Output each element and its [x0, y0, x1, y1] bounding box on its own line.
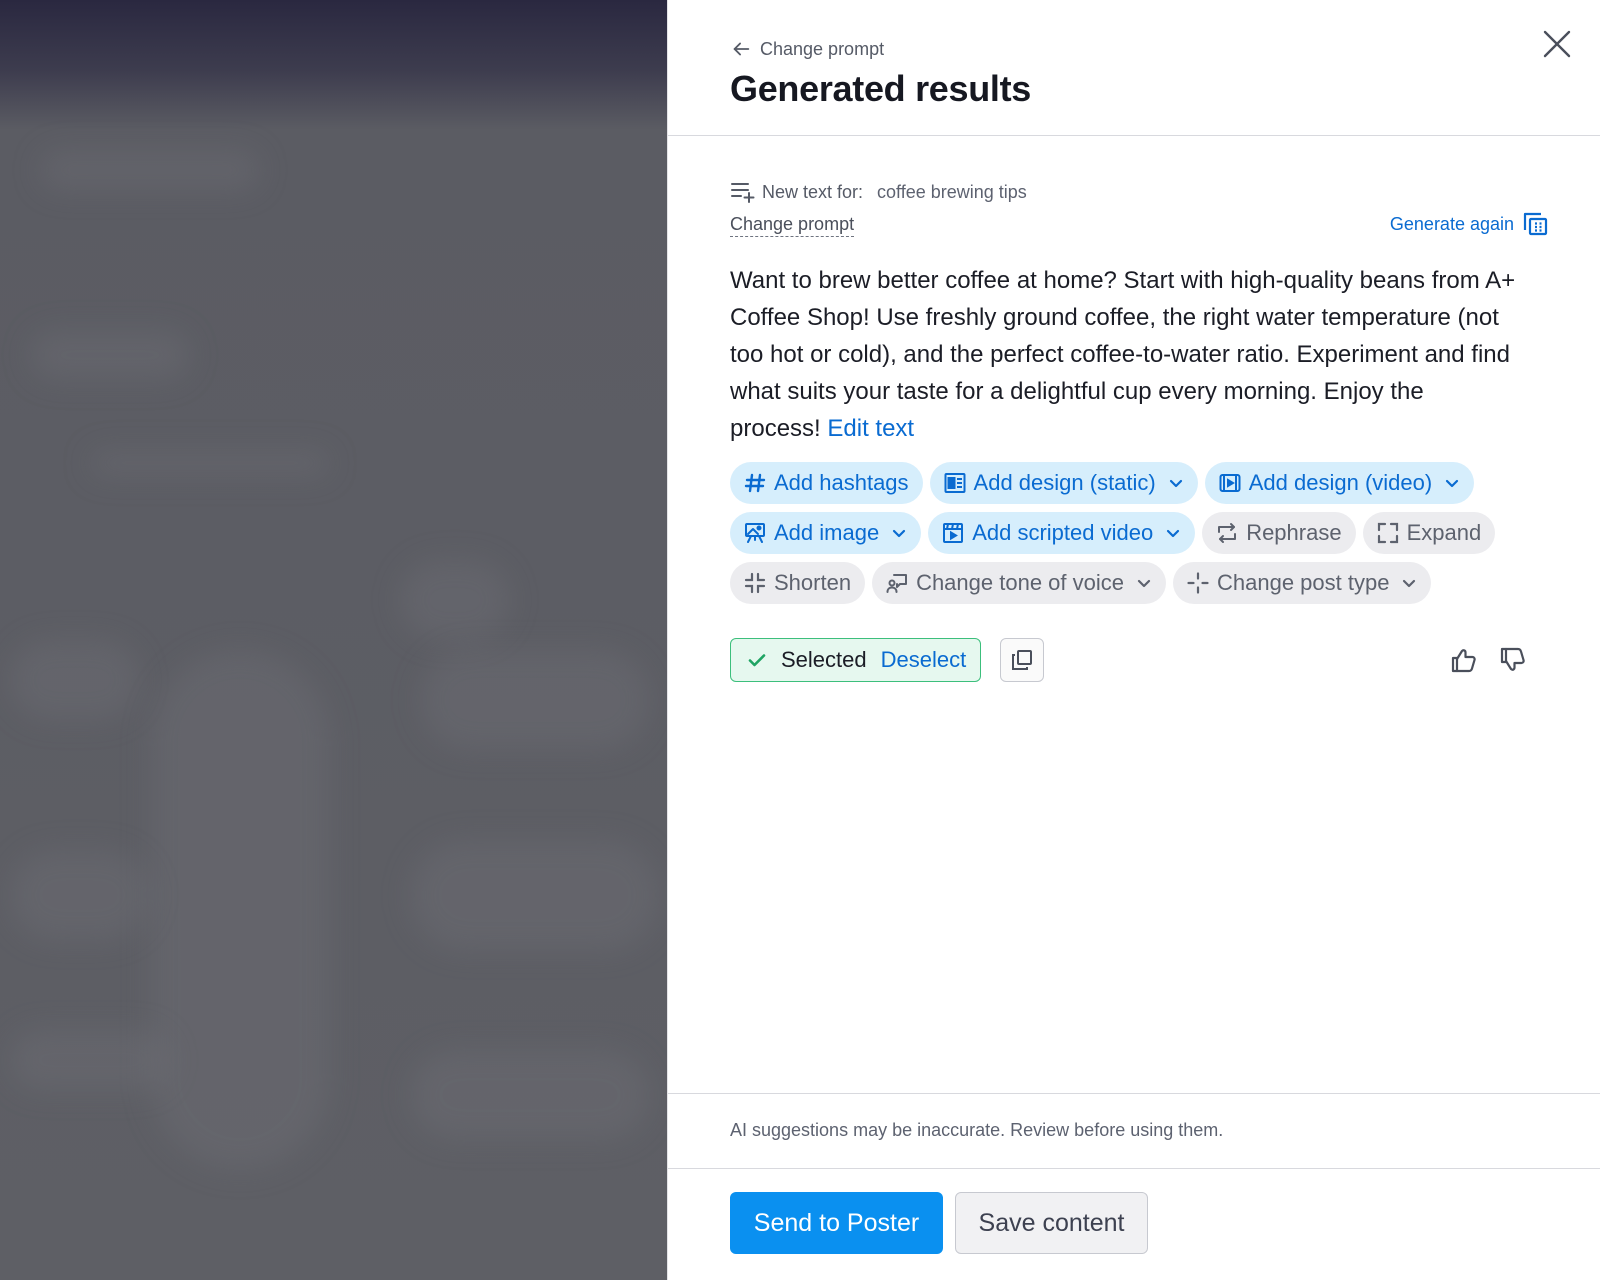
chip-label: Add hashtags — [774, 470, 909, 495]
shorten-chip[interactable]: Shorten — [730, 562, 866, 604]
arrow-left-icon — [733, 42, 750, 56]
chevron-down-icon — [1169, 479, 1182, 488]
send-to-poster-button[interactable]: Send to Poster — [730, 1192, 943, 1254]
chevron-down-icon — [1137, 579, 1151, 588]
checkmark-icon — [748, 654, 766, 667]
change-post-type-chip[interactable]: Change post type — [1173, 562, 1432, 604]
chip-label: Shorten — [774, 570, 852, 595]
disclaimer-bar: AI suggestions may be inaccurate. Review… — [668, 1093, 1600, 1169]
page-title: Generated results — [730, 68, 1032, 109]
prompt-summary: New text for: coffee brewing tips — [730, 180, 1027, 204]
add-scripted-video-chip[interactable]: Add scripted video — [928, 512, 1196, 554]
edit-text-link[interactable]: Edit text — [827, 415, 914, 442]
generate-again-button[interactable]: Generate again — [1390, 210, 1550, 238]
generated-results-panel: Change prompt Generated results New text… — [667, 0, 1600, 1280]
back-change-prompt-link[interactable]: Change prompt — [730, 38, 884, 60]
action-chips: Add hashtags Add design (static) Add des… — [730, 462, 1550, 604]
scripted-video-icon — [943, 523, 964, 543]
panel-header: Change prompt Generated results — [668, 0, 1600, 136]
prompt-value: coffee brewing tips — [877, 181, 1027, 202]
copy-icon — [1012, 650, 1032, 670]
close-button[interactable] — [1537, 24, 1577, 64]
selected-indicator: Selected Deselect — [730, 638, 982, 682]
thumbs-down-icon — [1500, 647, 1525, 671]
selected-label: Selected — [781, 647, 867, 672]
expand-chip[interactable]: Expand — [1362, 512, 1496, 554]
change-prompt-link[interactable]: Change prompt — [730, 214, 855, 237]
ai-disclaimer: AI suggestions may be inaccurate. Review… — [730, 1120, 1224, 1140]
image-easel-icon — [745, 523, 765, 543]
generated-text: Want to brew better coffee at home? Star… — [730, 262, 1520, 447]
video-design-icon — [1219, 474, 1241, 492]
chip-label: Add design (video) — [1248, 470, 1433, 495]
chevron-down-icon — [893, 529, 906, 538]
generate-again-label: Generate again — [1389, 213, 1514, 234]
result-actions: Selected Deselect — [730, 638, 1550, 682]
blurred-background — [0, 0, 667, 1280]
copy-button[interactable] — [1000, 638, 1044, 682]
thumbs-up-icon — [1451, 649, 1476, 673]
change-tone-chip[interactable]: Change tone of voice — [872, 562, 1166, 604]
chip-label: Add image — [774, 520, 880, 545]
chip-label: Add design (static) — [973, 470, 1156, 495]
add-design-static-chip[interactable]: Add design (static) — [929, 462, 1198, 504]
chip-label: Change post type — [1217, 570, 1390, 595]
chevron-down-icon — [1446, 479, 1459, 488]
hashtag-icon — [744, 473, 766, 493]
tone-of-voice-icon — [886, 574, 908, 593]
chip-label: Rephrase — [1246, 520, 1342, 545]
rephrase-chip[interactable]: Rephrase — [1202, 512, 1356, 554]
expand-icon — [1377, 522, 1398, 544]
prompt-label: New text for: — [762, 181, 864, 202]
thumbs-down-button[interactable] — [1497, 644, 1529, 676]
thumbs-up-button[interactable] — [1448, 644, 1480, 676]
chip-label: Expand — [1406, 520, 1482, 545]
chip-label: Add scripted video — [972, 520, 1154, 545]
text-sparkle-icon — [731, 183, 755, 203]
shorten-icon — [744, 572, 766, 594]
add-image-chip[interactable]: Add image — [730, 512, 922, 554]
close-icon — [1543, 30, 1571, 58]
add-design-video-chip[interactable]: Add design (video) — [1204, 462, 1475, 504]
back-link-label: Change prompt — [760, 38, 885, 59]
design-layout-icon — [944, 473, 966, 493]
chevron-down-icon — [1167, 529, 1180, 538]
deselect-button[interactable]: Deselect — [881, 647, 967, 673]
generate-again-icon — [1523, 212, 1548, 236]
rephrase-icon — [1218, 523, 1237, 543]
chip-label: Change tone of voice — [916, 570, 1124, 595]
save-content-button[interactable]: Save content — [955, 1192, 1148, 1254]
chevron-down-icon — [1403, 579, 1416, 588]
add-hashtags-chip[interactable]: Add hashtags — [730, 462, 923, 504]
post-type-icon — [1187, 572, 1209, 594]
